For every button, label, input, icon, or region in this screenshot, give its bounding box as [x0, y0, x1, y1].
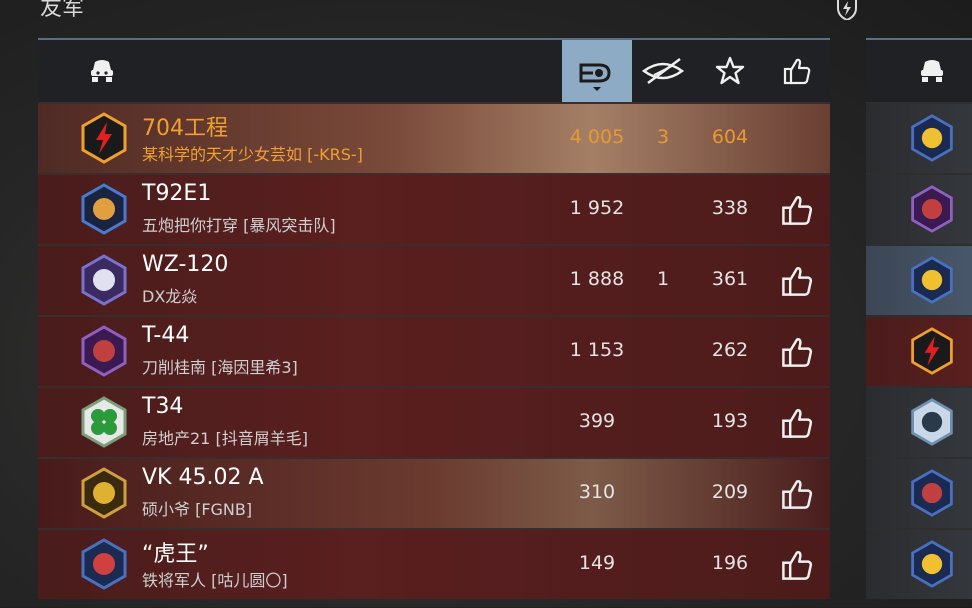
player-name: 刀削桂南 [海因里希3] — [142, 358, 298, 377]
tank-name: WZ-120 — [142, 252, 229, 277]
player-name: 硕小爷 [FGNB] — [142, 500, 253, 519]
player-name: 铁将军人 [咕儿圆〇] — [142, 571, 288, 590]
spotting-value: 1 — [656, 268, 670, 290]
tank-name: T34 — [142, 394, 184, 419]
enemy-row[interactable] — [866, 102, 972, 173]
damage-value: 1 888 — [569, 268, 625, 290]
monkey-badge — [911, 540, 953, 588]
tank-name: 704工程 — [142, 116, 228, 141]
enemy-row[interactable] — [866, 386, 972, 457]
player-list: 704工程某科学的天才少女芸如 [-KRS-] 4 005 3 604 T92E1 五炮把… — [38, 102, 830, 599]
sort-by-damage[interactable] — [562, 40, 632, 102]
sort-by-likes[interactable] — [778, 40, 816, 102]
damage-value: 399 — [578, 410, 616, 432]
enemy-header — [866, 40, 972, 102]
clover-badge — [81, 396, 127, 448]
damage-value: 1 952 — [569, 197, 625, 219]
player-row[interactable]: VK 45.02 A 硕小爷 [FGNB] 310 209 — [38, 457, 830, 528]
score-value: 361 — [711, 268, 749, 290]
scoreboard-header — [38, 40, 830, 102]
thumbs-up-icon[interactable] — [780, 264, 814, 298]
player-name: 某科学的天才少女芸如 [-KRS-] — [142, 145, 363, 164]
crossed-guns-badge — [911, 398, 953, 446]
thumbs-badge — [911, 114, 953, 162]
player-name: 房地产21 [抖音屑羊毛] — [142, 429, 308, 448]
sort-by-tank[interactable] — [84, 40, 120, 102]
sort-by-spotting[interactable] — [638, 40, 688, 102]
damage-icon — [579, 63, 611, 91]
enemy-row[interactable] — [866, 244, 972, 315]
thumbs-up-icon[interactable] — [780, 335, 814, 369]
enemy-row[interactable] — [866, 173, 972, 244]
player-row[interactable]: T-44 刀削桂南 [海因里希3] 1 153 262 — [38, 315, 830, 386]
thumbs-up-icon[interactable] — [780, 477, 814, 511]
lightning-badge — [911, 327, 953, 375]
enemy-row[interactable] — [866, 315, 972, 386]
thumbs-up-icon[interactable] — [780, 193, 814, 227]
score-value: 209 — [711, 481, 749, 503]
allied-team-panel: 704工程某科学的天才少女芸如 [-KRS-] 4 005 3 604 T92E1 五炮把… — [38, 38, 830, 608]
enemy-team-panel — [866, 38, 972, 608]
spotting-value: 3 — [656, 126, 670, 148]
damage-value: 310 — [578, 481, 616, 503]
shield-blue-badge — [911, 469, 953, 517]
score-value: 338 — [711, 197, 749, 219]
player-name: DX龙焱 — [142, 287, 198, 306]
player-row[interactable]: T92E1 五炮把你打穿 [暴风突击队] 1 952 338 — [38, 173, 830, 244]
player-row[interactable]: T34 房地产21 [抖音屑羊毛] 399 193 — [38, 386, 830, 457]
tank-name: “虎王” — [142, 542, 209, 567]
team-title: 友军 — [40, 0, 85, 21]
thumbs-up-icon[interactable] — [780, 406, 814, 440]
lightning-badge — [81, 112, 127, 164]
damage-value: 149 — [578, 552, 616, 574]
shield-lightning-icon — [837, 0, 857, 20]
score-value: 262 — [711, 339, 749, 361]
warship-badge — [81, 538, 127, 590]
tank-name: VK 45.02 A — [142, 465, 264, 490]
star-icon — [715, 56, 745, 85]
enemy-row[interactable] — [866, 457, 972, 528]
player-row[interactable]: WZ-120 DX龙焱 1 888 1 361 — [38, 244, 830, 315]
damage-value: 4 005 — [569, 126, 625, 148]
score-value: 604 — [711, 126, 749, 148]
player-row[interactable]: “虎王” 铁将军人 [咕儿圆〇] 149 196 — [38, 528, 830, 599]
astronaut-badge — [81, 254, 127, 306]
player-row[interactable]: 704工程某科学的天才少女芸如 [-KRS-] 4 005 3 604 — [38, 102, 830, 173]
player-name: 五炮把你打穿 [暴风突击队] — [142, 216, 336, 235]
shield-badge — [911, 185, 953, 233]
thumbs-up-icon[interactable] — [780, 548, 814, 582]
thumbs-up-icon — [783, 58, 811, 85]
tank-name: T-44 — [142, 323, 190, 348]
spotting-icon — [641, 58, 685, 84]
enemy-row[interactable] — [866, 528, 972, 599]
tank-name: T92E1 — [142, 181, 212, 206]
shield-badge — [81, 325, 127, 377]
missile-badge — [81, 183, 127, 235]
lion-badge — [81, 467, 127, 519]
sort-by-score[interactable] — [708, 40, 752, 102]
tank-icon — [921, 60, 943, 82]
score-value: 193 — [711, 410, 749, 432]
damage-value: 1 153 — [569, 339, 625, 361]
tank-icon — [91, 60, 113, 82]
score-value: 196 — [711, 552, 749, 574]
monkey-badge — [911, 256, 953, 304]
